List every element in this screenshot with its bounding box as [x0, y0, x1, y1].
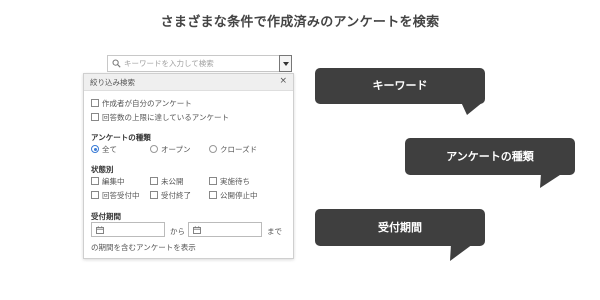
- status-option-suspended-label: 公開停止中: [220, 191, 258, 200]
- status-option-accepting[interactable]: 回答受付中: [91, 190, 140, 201]
- filter-panel-title: 絞り込み検索: [90, 78, 135, 87]
- filter-panel: 絞り込み検索 × 作成者が自分のアンケート 回答数の上限に達しているアンケート …: [83, 73, 294, 259]
- radio[interactable]: [209, 145, 217, 153]
- type-option-closed-label: クローズド: [220, 145, 258, 154]
- checkbox[interactable]: [150, 191, 158, 199]
- status-title: 状態別: [91, 165, 114, 174]
- status-option-accepting-label: 回答受付中: [102, 191, 140, 200]
- callout-tail: [540, 173, 563, 188]
- survey-type-title: アンケートの種類: [91, 133, 151, 142]
- page-heading: さまざまな条件で作成済みのアンケートを検索: [160, 15, 440, 30]
- radio-selected[interactable]: [91, 145, 99, 153]
- callout-tail: [450, 244, 473, 261]
- status-option-closed-label: 受付終了: [161, 191, 191, 200]
- filter-panel-header: 絞り込み検索 ×: [84, 74, 293, 91]
- status-option-unpublished-label: 未公開: [161, 177, 184, 186]
- status-option-waiting[interactable]: 実施待ち: [209, 176, 250, 187]
- type-option-open[interactable]: オープン: [150, 144, 191, 155]
- checkbox[interactable]: [91, 99, 99, 107]
- type-option-all[interactable]: 全て: [91, 144, 117, 155]
- checkbox[interactable]: [91, 177, 99, 185]
- search-input[interactable]: [124, 56, 274, 71]
- keyword-callout-label: キーワード: [315, 68, 485, 104]
- checkbox[interactable]: [91, 191, 99, 199]
- radio[interactable]: [150, 145, 158, 153]
- checkbox[interactable]: [209, 191, 217, 199]
- status-option-closed[interactable]: 受付終了: [150, 190, 191, 201]
- search-bar[interactable]: [107, 55, 292, 72]
- period-callout-label: 受付期間: [315, 209, 485, 246]
- status-option-editing-label: 編集中: [102, 177, 125, 186]
- survey-type-callout-label: アンケートの種類: [405, 138, 575, 175]
- search-icon: [112, 59, 121, 68]
- status-option-suspended[interactable]: 公開停止中: [209, 190, 258, 201]
- checkbox[interactable]: [91, 113, 99, 121]
- checkbox[interactable]: [209, 177, 217, 185]
- period-to-label: まで: [267, 227, 282, 236]
- close-icon[interactable]: ×: [279, 76, 287, 86]
- checkbox[interactable]: [150, 177, 158, 185]
- period-from-label: から: [170, 227, 185, 236]
- filter-dropdown-button[interactable]: [279, 55, 292, 72]
- status-option-unpublished[interactable]: 未公開: [150, 176, 184, 187]
- status-option-editing[interactable]: 編集中: [91, 176, 125, 187]
- type-option-open-label: オープン: [161, 145, 191, 154]
- flag-own-surveys[interactable]: 作成者が自分のアンケート: [91, 98, 192, 109]
- type-option-all-label: 全て: [102, 145, 117, 154]
- calendar-icon: [96, 226, 104, 234]
- calendar-icon: [193, 226, 201, 234]
- period-start-field[interactable]: [91, 222, 165, 237]
- callout-tail: [461, 102, 483, 115]
- period-end-field[interactable]: [188, 222, 262, 237]
- type-option-closed[interactable]: クローズド: [209, 144, 257, 155]
- flag-own-surveys-label: 作成者が自分のアンケート: [102, 99, 192, 108]
- period-note: の期間を含むアンケートを表示: [91, 243, 196, 252]
- period-title: 受付期間: [91, 212, 121, 221]
- flag-response-limit-label: 回答数の上限に達しているアンケート: [102, 113, 229, 122]
- caret-down-icon: [283, 62, 289, 66]
- status-option-waiting-label: 実施待ち: [220, 177, 250, 186]
- flag-response-limit[interactable]: 回答数の上限に達しているアンケート: [91, 112, 229, 123]
